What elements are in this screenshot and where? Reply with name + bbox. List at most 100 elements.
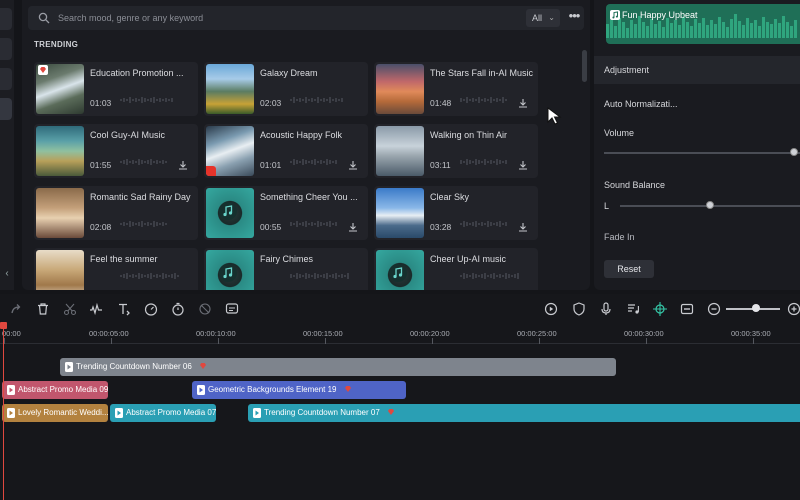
delete-icon[interactable]	[35, 301, 51, 317]
music-card[interactable]: Cheer Up-AI music	[374, 248, 538, 290]
music-card[interactable]: Galaxy Dream 02:03	[204, 62, 368, 116]
clip-label: Geometric Backgrounds Element 19	[208, 385, 337, 394]
scrollbar[interactable]	[582, 50, 587, 82]
track-duration: 01:55	[90, 160, 112, 170]
ruler-tick	[753, 338, 754, 344]
timeline-clip[interactable]: Trending Countdown Number 06	[60, 358, 616, 376]
music-card[interactable]: Romantic Sad Rainy Day 02:08	[34, 186, 198, 240]
auto-normalization-label: Auto Normalizati...	[604, 99, 678, 109]
search-input[interactable]	[58, 9, 478, 27]
ruler-label: 00:00:10:00	[196, 329, 236, 338]
download-icon[interactable]	[348, 222, 358, 232]
download-icon[interactable]	[348, 160, 358, 170]
clip-label: Trending Countdown Number 06	[76, 362, 192, 371]
track-title: Galaxy Dream	[260, 68, 318, 78]
waveform-icon	[120, 221, 167, 227]
mask-icon[interactable]	[197, 301, 213, 317]
timer-icon[interactable]	[170, 301, 186, 317]
premium-gem-icon	[344, 386, 351, 392]
volume-slider-knob[interactable]	[790, 148, 799, 156]
more-options-button[interactable]: •••	[566, 9, 582, 27]
waveform-icon	[120, 273, 179, 279]
redo-icon[interactable]	[8, 301, 24, 317]
balance-slider-knob[interactable]	[706, 201, 714, 209]
split-scissors-icon[interactable]	[62, 301, 78, 317]
ruler-label: 00:00:20:00	[410, 329, 450, 338]
music-card[interactable]: Walking on Thin Air 03:11	[374, 124, 538, 178]
timeline-clip[interactable]: Abstract Promo Media 09	[2, 381, 108, 399]
magnet-snap-icon[interactable]	[652, 301, 668, 317]
track-title: Something Cheer You ...	[260, 192, 358, 202]
microphone-icon[interactable]	[598, 301, 614, 317]
premium-gem-icon	[38, 65, 48, 75]
track-duration: 01:01	[260, 160, 282, 170]
track-duration: 01:03	[90, 98, 112, 108]
timeline-track: Abstract Promo Media 09 Geometric Backgr…	[0, 379, 800, 401]
play-icon	[7, 408, 15, 418]
download-icon[interactable]	[518, 98, 528, 108]
ruler-label: 00:00:15:00	[303, 329, 343, 338]
text-tool-icon[interactable]	[116, 301, 132, 317]
time-ruler[interactable]: 00:00 00:00:05:00 00:00:10:00 00:00:15:0…	[0, 324, 800, 344]
shield-icon[interactable]	[571, 301, 587, 317]
play-icon	[65, 362, 73, 372]
speed-icon[interactable]	[143, 301, 159, 317]
track-duration: 03:28	[430, 222, 452, 232]
music-note-icon	[219, 202, 237, 220]
ruler-label: 00:00:30:00	[624, 329, 664, 338]
fit-timeline-icon[interactable]	[679, 301, 695, 317]
timeline-clip[interactable]: Trending Countdown Number 07	[248, 404, 800, 422]
ruler-tick	[646, 338, 647, 344]
music-card[interactable]: Fairy Chimes	[204, 248, 368, 290]
playhead-handle[interactable]	[0, 322, 7, 329]
filter-dropdown[interactable]: All ⌄	[526, 9, 560, 27]
music-card[interactable]: Clear Sky 03:28	[374, 186, 538, 240]
rail-tab[interactable]	[0, 38, 12, 60]
clip-label: Lovely Romantic Weddi...	[18, 408, 108, 417]
music-card[interactable]: Feel the summer	[34, 248, 198, 290]
zoom-slider-knob[interactable]	[751, 304, 760, 312]
waveform-icon	[460, 273, 519, 279]
ruler-tick	[432, 338, 433, 344]
rail-tab-active[interactable]	[0, 98, 12, 120]
music-card[interactable]: Something Cheer You ... 00:55	[204, 186, 368, 240]
music-card[interactable]: Acoustic Happy Folk 01:01	[204, 124, 368, 178]
timeline-clip[interactable]: Geometric Backgrounds Element 19	[192, 381, 406, 399]
thumbnail	[376, 64, 424, 114]
collapse-arrow-icon[interactable]: ‹	[1, 266, 13, 282]
playhead[interactable]	[3, 326, 4, 500]
adjustment-section-header[interactable]: Adjustment	[594, 56, 800, 84]
fade-in-label: Fade In	[604, 232, 635, 242]
play-icon	[253, 408, 261, 418]
music-card[interactable]: Education Promotion ... 01:03	[34, 62, 198, 116]
zoom-in-icon[interactable]	[786, 301, 800, 317]
filter-value: All	[532, 13, 543, 23]
left-rail: ‹	[0, 0, 14, 290]
ruler-tick	[325, 338, 326, 344]
music-card[interactable]: The Stars Fall in-AI Music 01:48	[374, 62, 538, 116]
ai-tool-icon[interactable]	[224, 301, 240, 317]
premium-gem-icon	[200, 363, 207, 369]
audio-edit-icon[interactable]	[88, 301, 104, 317]
zoom-out-icon[interactable]	[706, 301, 722, 317]
search-bar: All ⌄ •••	[28, 6, 584, 30]
render-preview-icon[interactable]	[543, 301, 559, 317]
properties-panel: Fun Happy Upbeat Adjustment Auto Normali…	[594, 0, 800, 290]
download-icon[interactable]	[518, 222, 528, 232]
audio-preview-clip[interactable]: Fun Happy Upbeat	[606, 4, 800, 44]
download-icon[interactable]	[518, 160, 528, 170]
rail-tab[interactable]	[0, 8, 12, 30]
thumbnail	[36, 126, 84, 176]
voiceover-icon[interactable]	[625, 301, 641, 317]
waveform-icon	[120, 97, 173, 103]
timeline-clip[interactable]: Lovely Romantic Weddi...	[2, 404, 108, 422]
waveform-icon	[120, 159, 167, 165]
timeline-panel: 00:00 00:00:05:00 00:00:10:00 00:00:15:0…	[0, 294, 800, 500]
timeline-clip[interactable]: Abstract Promo Media 07	[110, 404, 216, 422]
music-note-icon	[219, 264, 237, 282]
volume-slider-track[interactable]	[604, 152, 800, 154]
rail-tab[interactable]	[0, 68, 12, 90]
download-icon[interactable]	[178, 160, 188, 170]
music-card[interactable]: Cool Guy-AI Music 01:55	[34, 124, 198, 178]
reset-button[interactable]: Reset	[604, 260, 654, 278]
